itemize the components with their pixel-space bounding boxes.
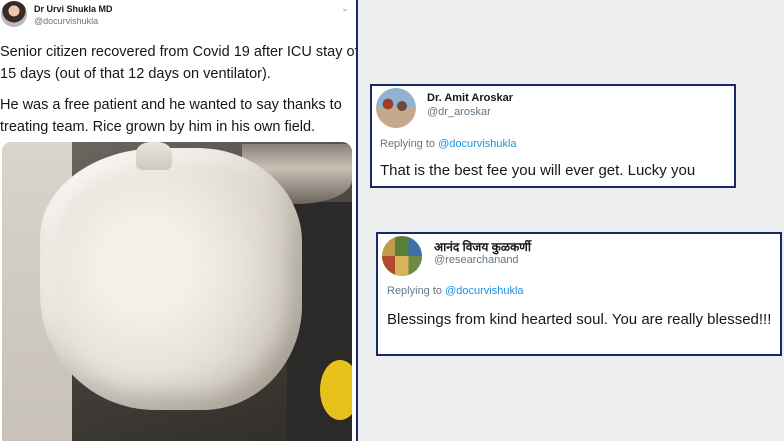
tweet-photo-rice-bag[interactable] [2,142,352,441]
photo-rice-bag [40,148,302,410]
reply-avatar[interactable] [382,236,422,276]
chevron-down-icon[interactable]: ⌄ [340,3,350,13]
reply-avatar[interactable] [376,88,416,128]
tweet-line: He was a free patient and he wanted to s… [0,97,342,113]
reply-text: That is the best fee you will ever get. … [380,162,696,179]
reply-author-handle[interactable]: @dr_aroskar [427,106,491,118]
author-handle[interactable]: @docurvishukla [34,16,98,26]
replying-to-line: Replying to @docurvishukla [387,285,524,297]
replying-to-label: Replying to [380,138,436,150]
photo-bag-knot [136,142,172,170]
author-name[interactable]: Dr Urvi Shukla MD [34,4,113,14]
reply-text: Blessings from kind hearted soul. You ar… [387,311,772,328]
reply-card[interactable]: आनंद विजय कुळकर्णी @researchanand Replyi… [376,232,782,356]
reply-author-handle[interactable]: @researchanand [434,254,519,266]
tweet-line: 15 days (out of that 12 days on ventilat… [0,66,271,82]
photo-yellow-fruit [320,360,352,420]
replies-panel: Dr. Amit Aroskar @dr_aroskar Replying to… [358,0,784,441]
reply-author-name[interactable]: Dr. Amit Aroskar [427,92,513,104]
replying-to-mention-link[interactable]: @docurvishukla [445,285,523,297]
main-tweet: Dr Urvi Shukla MD @docurvishukla ⌄ Senio… [0,0,356,441]
tweet-text-paragraph-2: He was a free patient and he wanted to s… [0,94,356,138]
tweet-line: Senior citizen recovered from Covid 19 a… [0,44,356,60]
reply-card[interactable]: Dr. Amit Aroskar @dr_aroskar Replying to… [370,84,736,188]
author-avatar[interactable] [1,1,27,27]
tweet-text-paragraph-1: Senior citizen recovered from Covid 19 a… [0,41,356,85]
reply-author-name[interactable]: आनंद विजय कुळकर्णी [434,238,531,255]
tweet-line: treating team. Rice grown by him in his … [0,119,316,135]
replying-to-label: Replying to [387,285,443,297]
replying-to-mention-link[interactable]: @docurvishukla [438,138,516,150]
replying-to-line: Replying to @docurvishukla [380,138,517,150]
